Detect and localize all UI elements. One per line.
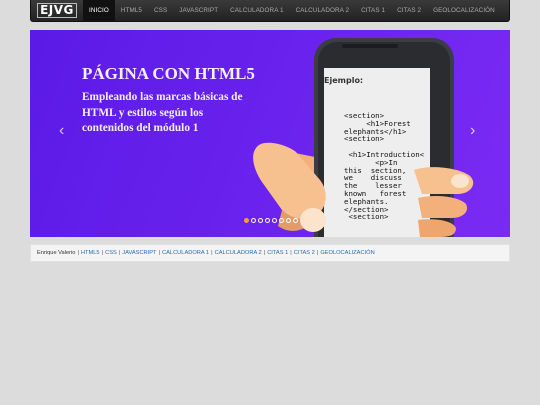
slide-title: PÁGINA CON HTML5 bbox=[82, 64, 255, 83]
carousel-next-icon[interactable]: › bbox=[470, 122, 475, 140]
nav-item-citas-2[interactable]: CITAS 2 bbox=[391, 0, 427, 21]
hero-carousel: Ejemplo: <section> <h1>Forest elephants<… bbox=[30, 30, 510, 237]
footer-link-geolocalizacion[interactable]: GEOLOCALIZACIÓN bbox=[320, 250, 374, 256]
nav-item-calculadora-1[interactable]: CALCULADORA 1 bbox=[224, 0, 289, 21]
footer-link-calculadora-2[interactable]: CALCULADORA 2 bbox=[215, 250, 262, 256]
brand-text: EJVG bbox=[37, 3, 77, 18]
nav-item-html5[interactable]: HTML5 bbox=[115, 0, 148, 21]
carousel-indicator-dot[interactable] bbox=[279, 218, 284, 223]
footer-link-citas-1[interactable]: CITAS 1 bbox=[267, 250, 288, 256]
brand-logo[interactable]: EJVG bbox=[31, 0, 83, 21]
carousel-indicator-dot[interactable] bbox=[293, 218, 298, 223]
carousel-indicator-dot[interactable] bbox=[272, 218, 277, 223]
carousel-prev-icon[interactable]: ‹ bbox=[59, 122, 64, 140]
nav-menu: INICIO HTML5 CSS JAVASCRIPT CALCULADORA … bbox=[83, 0, 501, 21]
footer-link-css[interactable]: CSS bbox=[105, 250, 117, 256]
carousel-indicator-dot[interactable] bbox=[286, 218, 291, 223]
nav-item-citas-1[interactable]: CITAS 1 bbox=[355, 0, 391, 21]
carousel-indicator-dot[interactable] bbox=[244, 218, 249, 223]
phone-screen: Ejemplo: <section> <h1>Forest elephants<… bbox=[324, 68, 430, 237]
footer-links: Enrique Valerio | HTML5 | CSS | JAVASCRI… bbox=[30, 244, 510, 262]
carousel-indicators bbox=[244, 218, 298, 223]
screen-title: Ejemplo: bbox=[324, 76, 364, 85]
slide-text: Empleando las marcas básicas de HTML y e… bbox=[82, 91, 243, 134]
code-sample: <section> <h1>Forest elephants</h1> <sec… bbox=[344, 111, 425, 222]
footer-link-calculadora-1[interactable]: CALCULADORA 1 bbox=[162, 250, 209, 256]
nav-item-inicio[interactable]: INICIO bbox=[83, 0, 115, 21]
footer-link-html5[interactable]: HTML5 bbox=[81, 250, 100, 256]
nav-item-calculadora-2[interactable]: CALCULADORA 2 bbox=[290, 0, 355, 21]
carousel-indicator-dot[interactable] bbox=[251, 218, 256, 223]
nav-item-geolocalizacion[interactable]: GEOLOCALIZACIÓN bbox=[427, 0, 501, 21]
nav-item-javascript[interactable]: JAVASCRIPT bbox=[173, 0, 224, 21]
nav-item-css[interactable]: CSS bbox=[148, 0, 173, 21]
footer-link-javascript[interactable]: JAVASCRIPT bbox=[122, 250, 156, 256]
carousel-indicator-dot[interactable] bbox=[258, 218, 263, 223]
carousel-indicator-dot[interactable] bbox=[265, 218, 270, 223]
footer-link-citas-2[interactable]: CITAS 2 bbox=[294, 250, 315, 256]
top-navbar: EJVG INICIO HTML5 CSS JAVASCRIPT CALCULA… bbox=[30, 0, 510, 22]
footer-author: Enrique Valerio bbox=[37, 250, 76, 256]
